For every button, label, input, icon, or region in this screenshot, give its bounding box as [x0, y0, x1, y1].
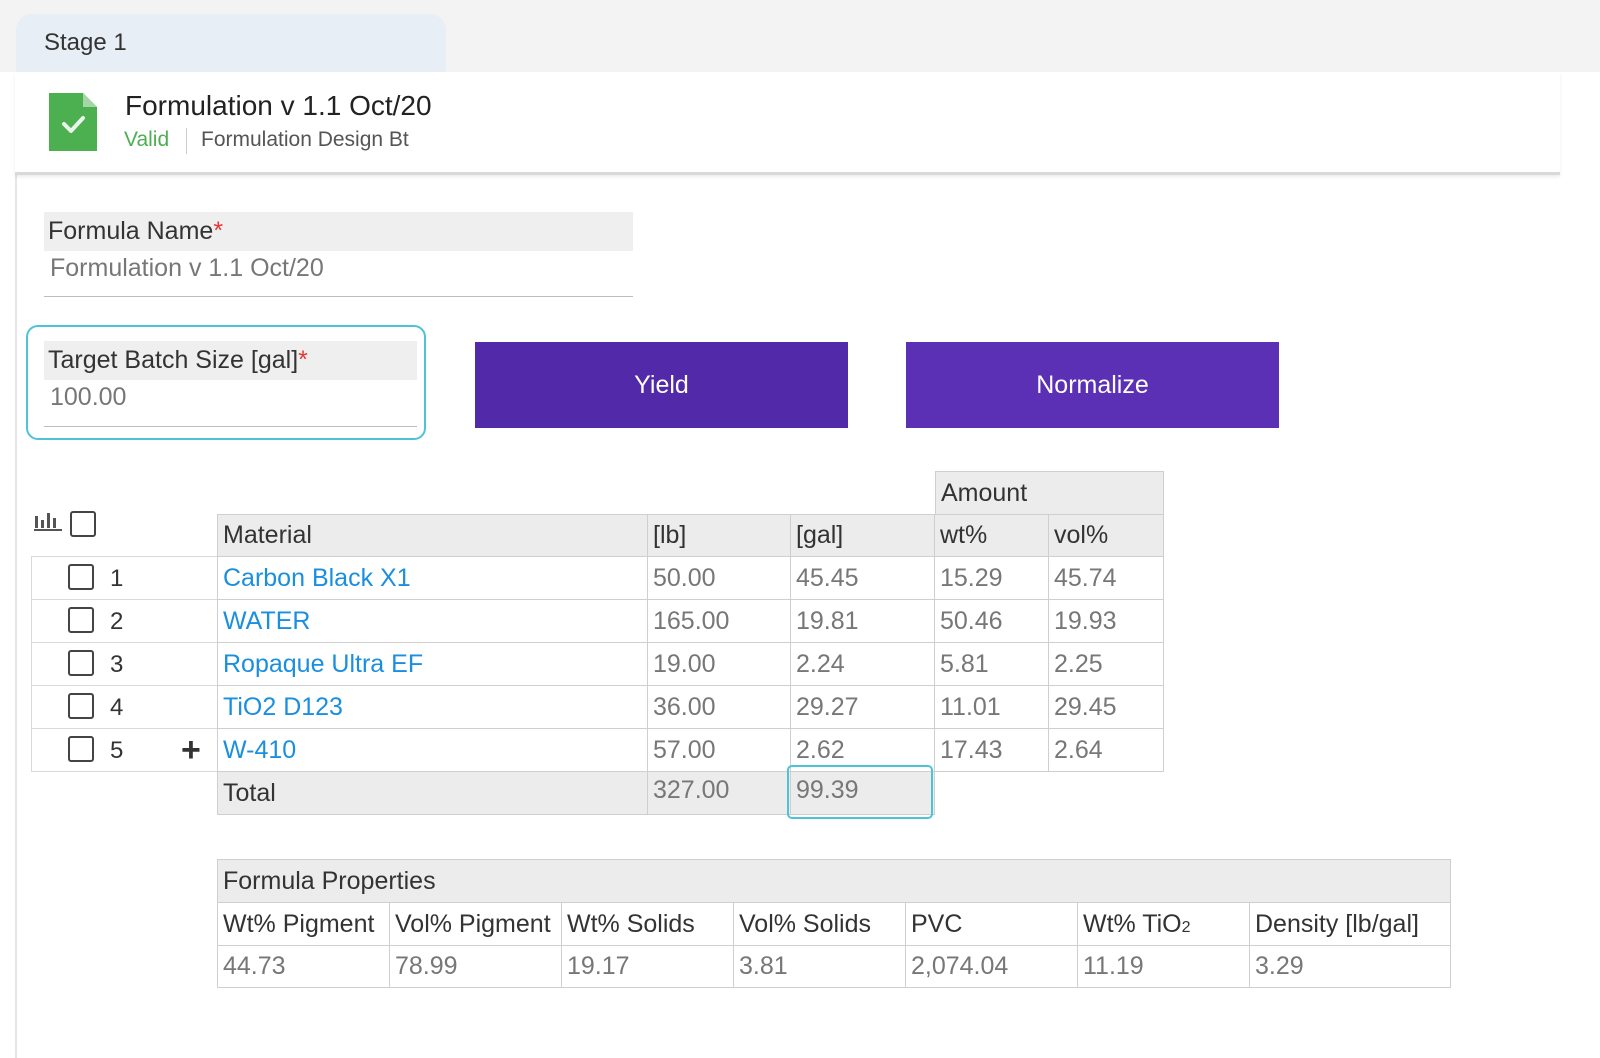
- prop-header-density: Density [lb/gal]: [1249, 902, 1451, 946]
- lb-cell[interactable]: 57.00: [647, 728, 791, 772]
- row-number: 4: [110, 694, 124, 721]
- document-check-icon: [49, 93, 97, 151]
- prop-header-wt-pigment: Wt% Pigment: [217, 902, 390, 946]
- row-number: 1: [110, 565, 124, 592]
- col-wt-pct: wt%: [934, 514, 1049, 557]
- row-divider: [31, 556, 217, 557]
- row-number: 3: [110, 651, 124, 678]
- col-lb: [lb]: [647, 514, 791, 557]
- row-divider: [31, 685, 217, 686]
- row-checkbox[interactable]: [68, 650, 94, 676]
- lb-cell[interactable]: 19.00: [647, 642, 791, 686]
- prop-header-vol-pigment: Vol% Pigment: [389, 902, 562, 946]
- lb-cell[interactable]: 36.00: [647, 685, 791, 729]
- target-batch-field[interactable]: 100.00: [50, 383, 126, 412]
- prop-header-vol-solids: Vol% Solids: [733, 902, 906, 946]
- formula-name-underline: [44, 296, 633, 297]
- normalize-button[interactable]: Normalize: [906, 342, 1279, 428]
- target-batch-label: Target Batch Size [gal]*: [48, 346, 308, 374]
- material-link[interactable]: TiO2 D123: [217, 685, 648, 729]
- vol-pct-cell[interactable]: 45.74: [1048, 556, 1164, 600]
- prop-value-pvc: 2,074.04: [905, 945, 1078, 988]
- header-divider: [186, 128, 187, 154]
- formula-name-label: Formula Name*: [48, 217, 224, 245]
- wt-pct-cell[interactable]: 17.43: [934, 728, 1049, 772]
- prop-value-wt-solids: 19.17: [561, 945, 734, 988]
- lb-cell[interactable]: 50.00: [647, 556, 791, 600]
- status-badge: Valid: [124, 128, 170, 151]
- row-divider: [31, 728, 217, 729]
- row-number: 5: [110, 737, 124, 764]
- row-checkbox[interactable]: [68, 693, 94, 719]
- gal-cell[interactable]: 2.24: [790, 642, 935, 686]
- col-vol-pct: vol%: [1048, 514, 1164, 557]
- required-marker: *: [213, 217, 224, 245]
- wt-pct-cell[interactable]: 50.46: [934, 599, 1049, 643]
- total-label: Total: [217, 771, 648, 815]
- properties-title: Formula Properties: [217, 859, 1451, 903]
- gal-cell[interactable]: 29.27: [790, 685, 935, 729]
- col-gal: [gal]: [790, 514, 935, 557]
- vol-pct-cell[interactable]: 2.64: [1048, 728, 1164, 772]
- formula-name-field[interactable]: Formulation v 1.1 Oct/20: [50, 254, 324, 283]
- bar-chart-icon[interactable]: [34, 510, 62, 532]
- material-link[interactable]: Ropaque Ultra EF: [217, 642, 648, 686]
- material-link[interactable]: Carbon Black X1: [217, 556, 648, 600]
- total-lb: 327.00: [647, 771, 791, 815]
- lb-cell[interactable]: 165.00: [647, 599, 791, 643]
- gal-cell[interactable]: 19.81: [790, 599, 935, 643]
- yield-button[interactable]: Yield: [475, 342, 848, 428]
- wt-pct-cell[interactable]: 11.01: [934, 685, 1049, 729]
- row-number: 2: [110, 608, 124, 635]
- formulation-header: [15, 72, 1560, 175]
- prop-value-density: 3.29: [1249, 945, 1451, 988]
- gal-cell[interactable]: 45.45: [790, 556, 935, 600]
- row-checkbox[interactable]: [68, 736, 94, 762]
- target-batch-underline: [44, 426, 417, 427]
- page-title: Formulation v 1.1 Oct/20: [125, 90, 432, 121]
- amount-group-header: Amount: [935, 471, 1164, 515]
- prop-header-wt-solids: Wt% Solids: [561, 902, 734, 946]
- add-row-icon[interactable]: +: [181, 733, 201, 767]
- row-divider: [31, 599, 217, 600]
- row-gutter-border: [31, 556, 32, 772]
- design-name: Formulation Design Bt: [201, 128, 409, 151]
- row-divider: [31, 642, 217, 643]
- row-checkbox[interactable]: [68, 564, 94, 590]
- vol-pct-cell[interactable]: 2.25: [1048, 642, 1164, 686]
- material-link[interactable]: W-410: [217, 728, 648, 772]
- wt-pct-cell[interactable]: 5.81: [934, 642, 1049, 686]
- vol-pct-cell[interactable]: 29.45: [1048, 685, 1164, 729]
- prop-value-wt-pigment: 44.73: [217, 945, 390, 988]
- required-marker: *: [298, 346, 308, 374]
- prop-value-vol-solids: 3.81: [733, 945, 906, 988]
- row-divider: [31, 771, 217, 772]
- prop-value-vol-pigment: 78.99: [389, 945, 562, 988]
- row-checkbox[interactable]: [68, 607, 94, 633]
- prop-header-wt-tio2: Wt% TiO 2: [1077, 902, 1250, 946]
- col-material: Material: [217, 514, 648, 557]
- select-all-checkbox[interactable]: [70, 511, 96, 537]
- tab-stage-1-label: Stage 1: [44, 29, 127, 56]
- prop-header-pvc: PVC: [905, 902, 1078, 946]
- wt-pct-cell[interactable]: 15.29: [934, 556, 1049, 600]
- vol-pct-cell[interactable]: 19.93: [1048, 599, 1164, 643]
- tab-stage-1[interactable]: Stage 1: [16, 14, 446, 72]
- prop-value-wt-tio2: 11.19: [1077, 945, 1250, 988]
- total-gal-focus-ring: [787, 765, 933, 819]
- material-link[interactable]: WATER: [217, 599, 648, 643]
